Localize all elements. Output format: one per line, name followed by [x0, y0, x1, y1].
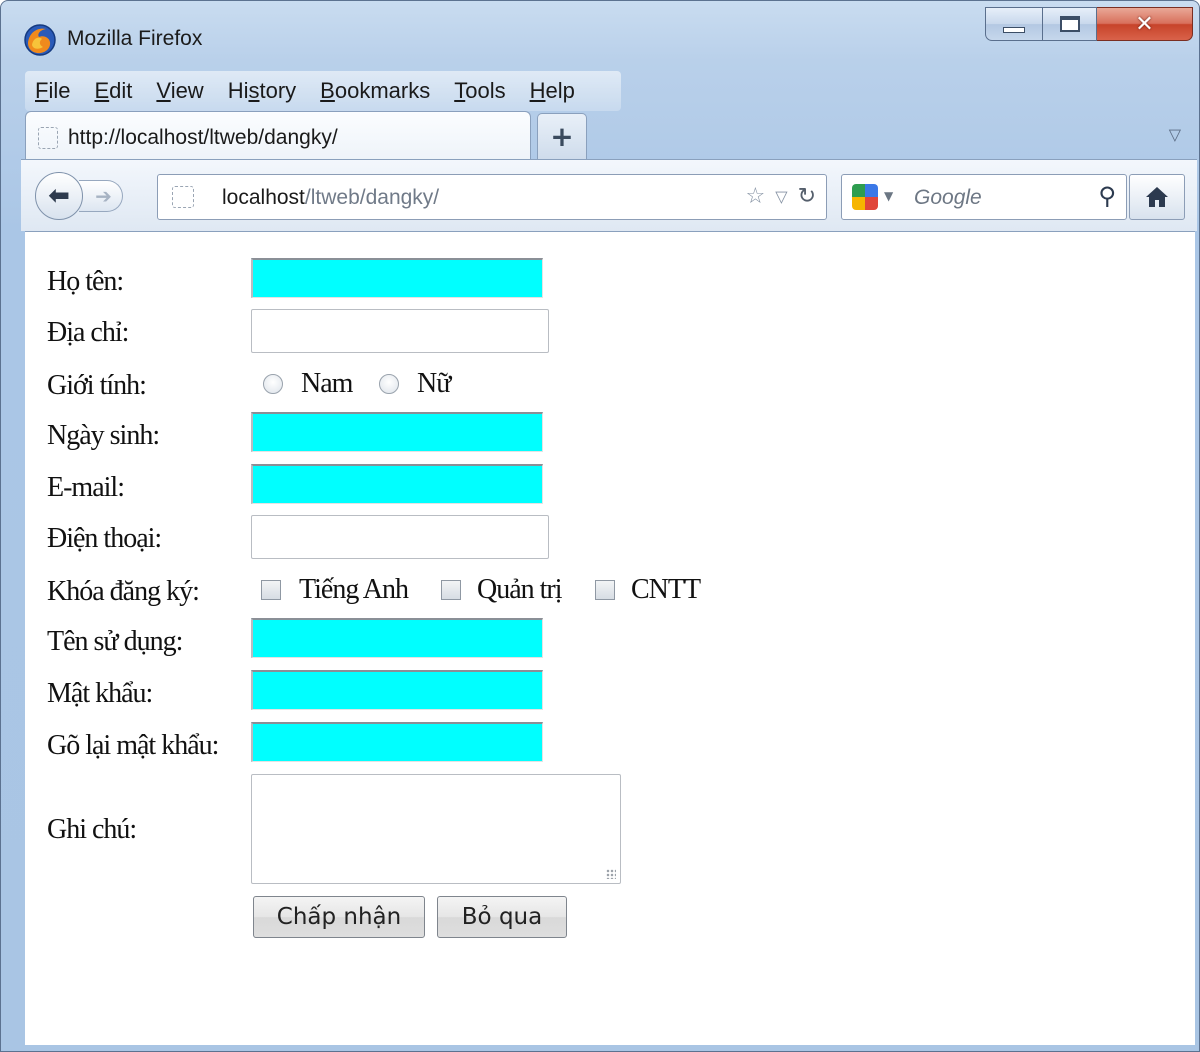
menu-history[interactable]: History [228, 78, 296, 104]
checkbox-cntt[interactable] [595, 580, 615, 600]
checkbox-label-tieng-anh: Tiếng Anh [299, 574, 409, 605]
label-ngay-sinh: Ngày sinh: [47, 420, 160, 451]
back-button[interactable]: ⬅ [35, 172, 83, 220]
input-email[interactable] [251, 464, 543, 504]
row-gioi-tinh: Giới tính: Nam Nữ [25, 362, 1025, 408]
label-dia-chi: Địa chỉ: [47, 317, 129, 348]
maximize-button[interactable] [1043, 7, 1097, 41]
checkbox-tieng-anh[interactable] [261, 580, 281, 600]
row-go-lai-mat-khau: Gõ lại mật khẩu: [25, 722, 1025, 768]
bookmark-star-icon[interactable]: ☆ [746, 184, 766, 209]
page-favicon-icon [38, 127, 58, 149]
page-content: Họ tên: Địa chỉ: Giới tính: Nam Nữ Ngày … [25, 231, 1195, 1045]
url-bar-icons: ☆ ▽ ↻ [746, 184, 816, 209]
textarea-ghi-chu[interactable] [251, 774, 621, 884]
row-ten-su-dung: Tên sử dụng: [25, 618, 1025, 664]
firefox-logo-icon [24, 24, 56, 56]
row-dia-chi: Địa chỉ: [25, 309, 1025, 355]
checkbox-quan-tri[interactable] [441, 580, 461, 600]
row-ghi-chu: Ghi chú: [25, 774, 1025, 886]
checkbox-label-quan-tri: Quản trị [477, 574, 563, 605]
maximize-icon [1059, 16, 1080, 32]
resize-grip-icon[interactable] [606, 869, 616, 879]
row-buttons: Chấp nhận Bỏ qua [25, 896, 1025, 942]
radio-label-nam: Nam [301, 368, 353, 399]
forward-button[interactable]: ➔ [79, 180, 123, 212]
label-khoa-dang-ky: Khóa đăng ký: [47, 576, 200, 607]
title-bar: Mozilla Firefox ✕ [1, 1, 1199, 71]
google-logo-icon[interactable] [852, 184, 878, 210]
new-tab-button[interactable]: + [537, 113, 587, 159]
reset-button[interactable]: Bỏ qua [437, 896, 567, 938]
row-dien-thoai: Điện thoại: [25, 515, 1025, 561]
search-engine-dropdown-icon[interactable]: ▼ [884, 189, 893, 203]
input-dien-thoai[interactable] [251, 515, 549, 559]
browser-tab[interactable]: http://localhost/ltweb/dangky/ [25, 111, 531, 161]
menu-edit[interactable]: Edit [94, 78, 132, 104]
reload-icon[interactable]: ↻ [798, 184, 816, 209]
radio-nam[interactable] [263, 374, 283, 394]
row-ho-ten: Họ tên: [25, 258, 1025, 304]
label-gioi-tinh: Giới tính: [47, 370, 147, 401]
forward-arrow-icon: ➔ [95, 184, 112, 208]
menu-bookmarks[interactable]: Bookmarks [320, 78, 430, 104]
menu-view[interactable]: View [156, 78, 203, 104]
tab-title: http://localhost/ltweb/dangky/ [68, 126, 338, 149]
checkbox-label-cntt: CNTT [631, 574, 701, 605]
input-ngay-sinh[interactable] [251, 412, 543, 452]
browser-window: Mozilla Firefox ✕ File Edit View History… [0, 0, 1200, 1052]
minimize-button[interactable] [985, 7, 1043, 41]
row-ngay-sinh: Ngày sinh: [25, 412, 1025, 458]
label-mat-khau: Mật khẩu: [47, 678, 153, 709]
minimize-icon [1003, 27, 1025, 33]
label-ten-su-dung: Tên sử dụng: [47, 626, 183, 657]
dropdown-arrow-icon[interactable]: ▽ [775, 187, 787, 206]
radio-nu[interactable] [379, 374, 399, 394]
menu-help[interactable]: Help [530, 78, 575, 104]
input-ten-su-dung[interactable] [251, 618, 543, 658]
row-khoa-dang-ky: Khóa đăng ký: Tiếng Anh Quản trị CNTT [25, 568, 1025, 614]
radio-label-nu: Nữ [417, 368, 451, 399]
menu-tools[interactable]: Tools [454, 78, 505, 104]
site-identity-icon[interactable] [172, 186, 194, 208]
window-title: Mozilla Firefox [67, 27, 203, 50]
label-ghi-chu: Ghi chú: [47, 814, 137, 845]
navigation-bar: ➔ ⬅ localhost/ltweb/dangky/ ☆ ▽ ↻ ▼ Goog… [21, 159, 1197, 231]
url-bar[interactable]: localhost/ltweb/dangky/ ☆ ▽ ↻ [157, 174, 827, 220]
home-icon [1146, 187, 1168, 207]
row-mat-khau: Mật khẩu: [25, 670, 1025, 716]
label-email: E-mail: [47, 472, 125, 503]
url-text[interactable]: localhost/ltweb/dangky/ [222, 186, 439, 210]
back-arrow-icon: ⬅ [48, 181, 70, 211]
row-email: E-mail: [25, 464, 1025, 510]
menu-file[interactable]: File [35, 78, 70, 104]
submit-button[interactable]: Chấp nhận [253, 896, 425, 938]
label-go-lai-mat-khau: Gõ lại mật khẩu: [47, 730, 219, 761]
close-button[interactable]: ✕ [1097, 7, 1193, 41]
tab-list-dropdown-icon[interactable]: ▽ [1169, 125, 1181, 144]
input-ho-ten[interactable] [251, 258, 543, 298]
label-ho-ten: Họ tên: [47, 266, 124, 297]
magnifier-icon[interactable]: ⚲ [1098, 182, 1116, 210]
label-dien-thoai: Điện thoại: [47, 523, 162, 554]
home-button[interactable] [1129, 174, 1185, 220]
close-icon: ✕ [1135, 11, 1154, 37]
input-mat-khau[interactable] [251, 670, 543, 710]
input-go-lai-mat-khau[interactable] [251, 722, 543, 762]
input-dia-chi[interactable] [251, 309, 549, 353]
back-forward-group: ➔ ⬅ [35, 172, 147, 220]
window-controls: ✕ [985, 7, 1193, 41]
search-placeholder[interactable]: Google [914, 186, 982, 210]
search-bar[interactable]: ▼ Google ⚲ [841, 174, 1127, 220]
menu-bar: File Edit View History Bookmarks Tools H… [25, 71, 621, 111]
